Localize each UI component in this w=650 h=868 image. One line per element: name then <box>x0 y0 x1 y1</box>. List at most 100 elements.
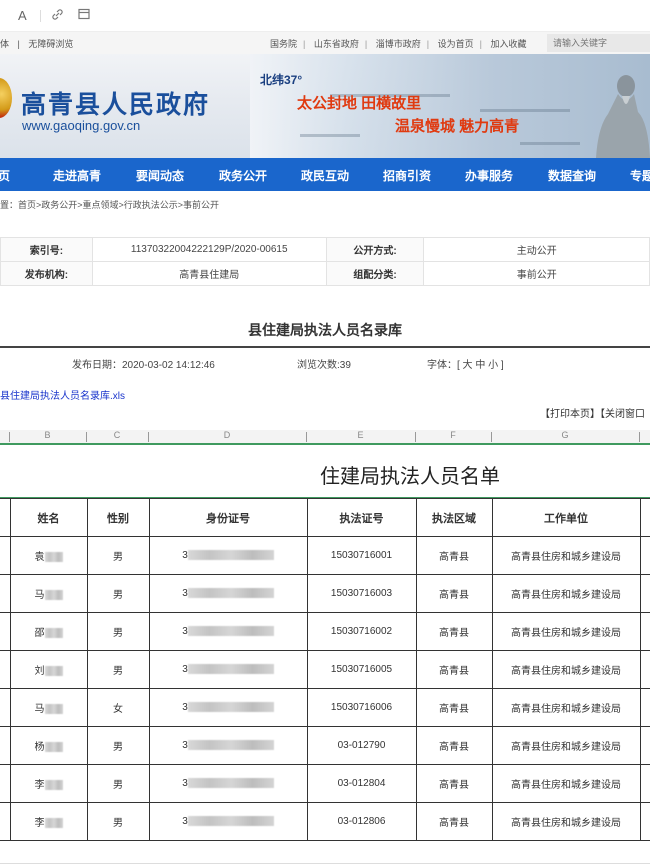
redacted-text <box>44 590 63 601</box>
cell-gender: 男 <box>86 536 150 575</box>
print-button[interactable]: 【打印本页】 <box>540 409 600 420</box>
breadcrumb[interactable]: 置：首页>政务公开>重点领域>行政执法公示>事前公开 <box>0 198 219 211</box>
spreadsheet-image: B C D E F G 住建局执法人员名单 姓名 性别 身份证号 执法证号 执法… <box>0 430 650 868</box>
column-letter: D <box>223 430 231 440</box>
cell-cert-number: 15030716001 <box>306 536 417 575</box>
header-cert-number: 执法证号 <box>306 498 417 537</box>
publisher-label: 发布机构: <box>0 261 93 286</box>
cell-name: 邵 <box>9 612 88 651</box>
nav-item-about[interactable]: 走进高青 <box>53 167 101 184</box>
cell-cert-number: 15030716003 <box>306 574 417 613</box>
column-header-row: B C D E F G <box>0 430 650 443</box>
cell-gender: 男 <box>86 802 150 841</box>
redacted-text <box>44 666 63 677</box>
site-banner: 高青县人民政府 www.gaoqing.gov.cn 北纬37° 太公封地 田横… <box>0 54 650 158</box>
page-actions: 【打印本页】【关闭窗口 <box>540 405 645 420</box>
nav-item-data-query[interactable]: 数据查询 <box>548 167 596 184</box>
cell-area: 高青县 <box>415 688 493 727</box>
nav-item-services[interactable]: 办事服务 <box>465 167 513 184</box>
cell-area: 高青县 <box>415 574 493 613</box>
slogan-line-1: 太公封地 田横故里 <box>297 95 422 112</box>
nav-item-news[interactable]: 要闻动态 <box>136 167 184 184</box>
cell-name: 李 <box>9 764 88 803</box>
category-label: 组配分类: <box>325 261 425 286</box>
redacted-text <box>187 626 274 637</box>
attachment-link[interactable]: 县住建局执法人员名录库.xls <box>0 387 125 402</box>
index-value: 11370322004222129P/2020-00615 <box>91 237 327 262</box>
browser-toolbar: A <box>0 0 650 32</box>
table-row: 李男 3 03-012806 高青县 高青县住房和城乡建设局 <box>0 802 650 841</box>
nav-item-gov-affairs[interactable]: 政务公开 <box>219 167 267 184</box>
cell-cert-number: 15030716005 <box>306 650 417 689</box>
cell-gender: 男 <box>86 612 150 651</box>
simplified-chinese-link[interactable]: 体 <box>0 39 9 49</box>
latitude-label: 北纬37° <box>260 73 303 87</box>
cell-id-number: 3 <box>148 764 308 803</box>
separator: | <box>17 39 20 49</box>
toolbar-divider <box>40 10 41 22</box>
accessibility-link[interactable]: 无障碍浏览 <box>28 39 73 49</box>
redacted-text <box>187 778 274 789</box>
link-icon[interactable] <box>51 8 64 24</box>
cell-cert-number: 03-012804 <box>306 764 417 803</box>
nav-item-home[interactable]: 页 <box>0 167 10 184</box>
cell-unit: 高青县住房和城乡建设局 <box>491 574 641 613</box>
main-nav: 页 走进高青 要闻动态 政务公开 政民互动 招商引资 办事服务 数据查询 专题 <box>0 158 650 191</box>
column-letter: B <box>44 430 51 440</box>
state-council-link[interactable]: 国务院 <box>270 39 297 49</box>
site-name[interactable]: 高青县人民政府 <box>21 85 210 121</box>
table-header-row: 姓名 性别 身份证号 执法证号 执法区域 工作单位 <box>0 498 650 537</box>
column-letter: C <box>113 430 121 440</box>
cell-unit: 高青县住房和城乡建设局 <box>491 612 641 651</box>
article-title: 县住建局执法人员名录库 <box>248 322 402 338</box>
nav-item-topics[interactable]: 专题 <box>630 167 650 184</box>
cell-name: 李 <box>9 802 88 841</box>
cell-gender: 女 <box>86 688 150 727</box>
national-emblem-icon <box>0 78 12 118</box>
nav-item-interaction[interactable]: 政民互动 <box>301 167 349 184</box>
cell-unit: 高青县住房和城乡建设局 <box>491 688 641 727</box>
redacted-text <box>44 742 63 753</box>
font-icon[interactable]: A <box>18 8 27 23</box>
window-icon[interactable] <box>78 8 90 23</box>
cell-cert-number: 03-012806 <box>306 802 417 841</box>
font-size-switch[interactable]: 字体：[ 大 中 小 ] <box>427 356 504 371</box>
cell-unit: 高青县住房和城乡建设局 <box>491 726 641 765</box>
set-homepage-link[interactable]: 设为首页 <box>438 39 474 49</box>
cell-id-number: 3 <box>148 726 308 765</box>
publish-date: 发布日期：2020-03-02 14:12:46 <box>72 360 215 371</box>
header-unit: 工作单位 <box>491 498 641 537</box>
column-letter: F <box>450 430 456 440</box>
cell-gender: 男 <box>86 650 150 689</box>
nav-item-investment[interactable]: 招商引资 <box>383 167 431 184</box>
table-row: 袁男 3 15030716001 高青县 高青县住房和城乡建设局 <box>0 536 650 575</box>
table-row: 邵男 3 15030716002 高青县 高青县住房和城乡建设局 <box>0 612 650 651</box>
title-divider <box>0 346 650 348</box>
staff-table: 姓名 性别 身份证号 执法证号 执法区域 工作单位 袁男 3 15030716001… <box>0 498 650 841</box>
table-row: 李男 3 03-012804 高青县 高青县住房和城乡建设局 <box>0 764 650 803</box>
redacted-text <box>44 780 63 791</box>
redacted-text <box>44 628 63 639</box>
search-input[interactable] <box>547 34 650 52</box>
cell-name: 马 <box>9 574 88 613</box>
redacted-text <box>187 664 274 675</box>
cell-gender: 男 <box>86 726 150 765</box>
cell-id-number: 3 <box>148 650 308 689</box>
add-favorite-link[interactable]: 加入收藏 <box>491 39 527 49</box>
header-gender: 性别 <box>86 498 150 537</box>
redacted-text <box>44 552 63 563</box>
cell-gender: 男 <box>86 574 150 613</box>
zibo-gov-link[interactable]: 淄博市政府 <box>376 39 421 49</box>
cell-unit: 高青县住房和城乡建设局 <box>491 536 641 575</box>
table-row: 杨男 3 03-012790 高青县 高青县住房和城乡建设局 <box>0 726 650 765</box>
column-letter: G <box>561 430 569 440</box>
redacted-text <box>44 704 63 715</box>
redacted-text <box>187 702 274 713</box>
column-letter: E <box>357 430 364 440</box>
close-window-button[interactable]: 【关闭窗口 <box>600 409 645 420</box>
statue-image <box>596 75 650 158</box>
cell-name: 马 <box>9 688 88 727</box>
shandong-gov-link[interactable]: 山东省政府 <box>314 39 359 49</box>
cell-id-number: 3 <box>148 536 308 575</box>
cell-gender: 男 <box>86 764 150 803</box>
